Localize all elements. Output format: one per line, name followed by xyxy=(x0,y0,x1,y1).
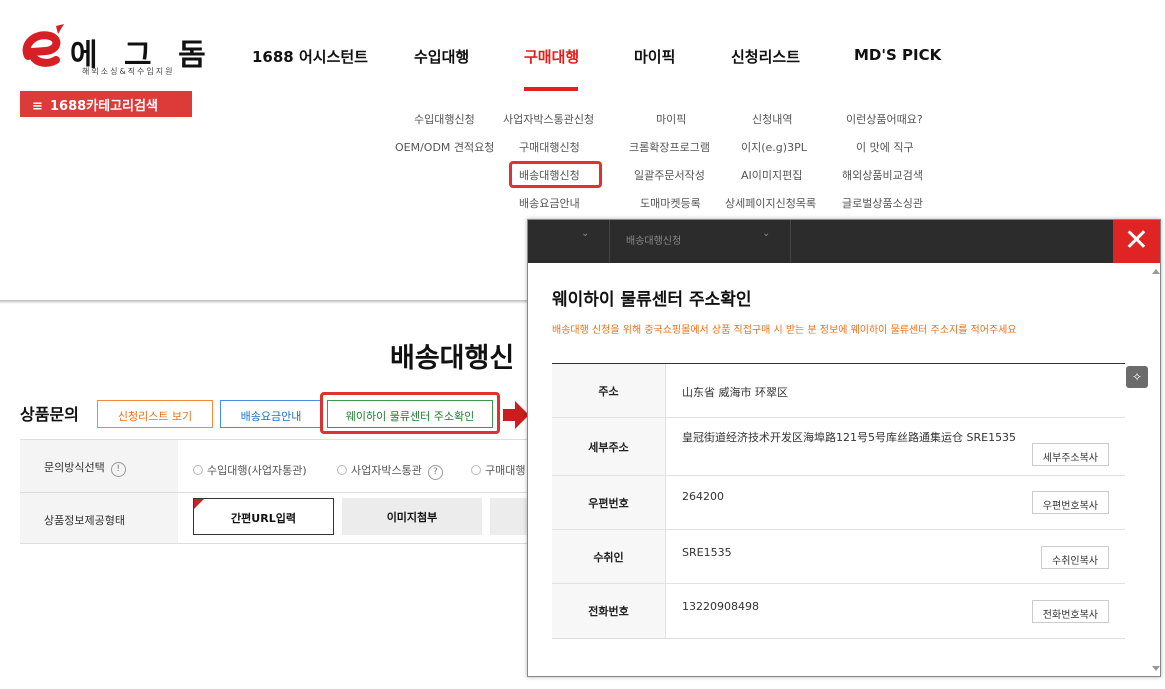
scroll-down-icon[interactable] xyxy=(1152,666,1160,671)
close-icon[interactable]: ✕ xyxy=(1113,220,1160,263)
menu-icon: ≡ xyxy=(32,99,43,114)
submenu-item[interactable]: 신청내역 xyxy=(752,111,792,127)
submenu-item[interactable]: 이지(e.g)3PL xyxy=(741,139,807,155)
table-row: 수취인 SRE1535 수취인복사 xyxy=(552,530,1125,584)
category-search-label: 1688카테고리검색 xyxy=(50,99,158,114)
active-tab-indicator xyxy=(524,87,578,91)
header-dropdown-label[interactable]: 배송대행신청 xyxy=(626,232,681,247)
table-row: 우편번호 264200 우편번호복사 xyxy=(552,476,1125,530)
logo-mark-icon[interactable] xyxy=(20,22,70,74)
submenu-item[interactable]: 배송요금안내 xyxy=(519,195,580,211)
section-title: 상품문의 xyxy=(20,405,79,424)
page-title: 배송대행신 xyxy=(390,343,515,374)
copy-detail-address-button[interactable]: 세부주소복사 xyxy=(1031,443,1109,466)
detail-address-value: 皇冠街道经济技术开发区海埠路121号5号库丝路通集运仓 SRE1535 xyxy=(682,431,1017,444)
method-label: 문의방식선택! xyxy=(44,459,126,477)
simple-url-button[interactable]: 간편URL입력 xyxy=(193,498,334,535)
logo-tagline: 해외소싱&직수입지원 xyxy=(82,67,175,76)
divider xyxy=(790,220,791,263)
submenu-item[interactable]: 도매마켓등록 xyxy=(640,195,701,211)
submenu-item[interactable]: OEM/ODM 견적요청 xyxy=(395,139,494,155)
submenu-item[interactable]: 해외상품비교검색 xyxy=(842,167,923,183)
radio-label: 사업자박스통관 xyxy=(351,464,422,477)
chevron-down-icon[interactable]: ⌄ xyxy=(762,228,770,239)
submenu-item[interactable]: 글로벌상품소싱관 xyxy=(842,195,923,211)
radio-import-agency[interactable]: 수입대행(사업자통관) xyxy=(193,462,307,478)
address-table: 주소 山东省 威海市 环翠区 세부주소 皇冠街道经济技术开发区海埠路121号5号… xyxy=(552,363,1125,639)
radio-icon xyxy=(193,465,203,475)
gnb-mypick[interactable]: 마이픽 xyxy=(634,46,675,67)
radio-label: 구매대행 xyxy=(485,464,526,477)
highlight-box xyxy=(320,392,500,434)
submenu-item[interactable]: 이 맛에 직구 xyxy=(856,139,914,155)
divider xyxy=(609,220,610,263)
category-search-button[interactable]: ≡ 1688카테고리검색 xyxy=(20,91,192,117)
submenu-item[interactable]: AI이미지편집 xyxy=(741,167,802,183)
gnb-request-list[interactable]: 신청리스트 xyxy=(731,46,800,67)
row-label: 전화번호 xyxy=(552,584,666,638)
phone-value: 13220908498 xyxy=(682,600,759,613)
scrollbar[interactable] xyxy=(1152,265,1160,675)
magic-wand-icon[interactable]: ✧ xyxy=(1126,366,1148,388)
submenu-item[interactable]: 구매대행신청 xyxy=(519,139,580,155)
row-label: 수취인 xyxy=(552,530,666,583)
copy-recipient-button[interactable]: 수취인복사 xyxy=(1041,546,1109,569)
modal-description: 배송대행 신청을 위해 중국쇼핑몰에서 상품 직접구매 시 받는 분 정보에 웨… xyxy=(552,325,1017,336)
radio-icon xyxy=(337,465,347,475)
submenu-item[interactable]: 이런상품어때요? xyxy=(846,111,923,127)
postal-code-value: 264200 xyxy=(682,490,724,503)
table-row: 주소 山东省 威海市 环翠区 xyxy=(552,364,1125,418)
modal-header-bar: ⌄ 배송대행신청 ⌄ ✕ xyxy=(528,220,1160,263)
more-option-button[interactable] xyxy=(490,498,530,535)
modal-title: 웨이하이 물류센터 주소확인 xyxy=(552,290,752,310)
screenshot-divider xyxy=(0,300,600,304)
selected-corner-icon xyxy=(194,499,204,509)
row-label: 세부주소 xyxy=(552,418,666,475)
submenu-item[interactable]: 상세페이지신청목록 xyxy=(725,195,816,211)
radio-business-box[interactable]: 사업자박스통관? xyxy=(337,462,443,480)
info-type-label: 상품정보제공형태 xyxy=(44,514,125,527)
copy-postal-code-button[interactable]: 우편번호복사 xyxy=(1031,491,1109,514)
submenu-item[interactable]: 마이픽 xyxy=(656,111,686,127)
gnb-1688-assistant[interactable]: 1688 어시스턴트 xyxy=(252,46,368,67)
help-icon[interactable]: ? xyxy=(427,465,443,480)
recipient-value: SRE1535 xyxy=(682,546,732,559)
gnb-import-agency[interactable]: 수입대행 xyxy=(414,46,469,67)
radio-icon xyxy=(471,465,481,475)
scroll-up-icon[interactable] xyxy=(1152,269,1160,274)
divider xyxy=(20,543,530,544)
method-label-text: 문의방식선택 xyxy=(44,461,105,474)
copy-phone-button[interactable]: 전화번호복사 xyxy=(1031,600,1109,623)
arrow-right-icon xyxy=(503,401,529,429)
chevron-down-icon[interactable]: ⌄ xyxy=(581,228,589,239)
submenu-item[interactable]: 크롬확장프로그램 xyxy=(629,139,710,155)
highlight-box xyxy=(509,161,602,188)
submenu-item[interactable]: 사업자박스통관신청 xyxy=(503,111,594,127)
radio-purchase-agency[interactable]: 구매대행 xyxy=(471,462,529,478)
shipping-fee-button[interactable]: 배송요금안내 xyxy=(220,400,322,428)
row-label: 우편번호 xyxy=(552,476,666,529)
table-row: 전화번호 13220908498 전화번호복사 xyxy=(552,584,1125,638)
submenu-item[interactable]: 수입대행신청 xyxy=(414,111,475,127)
radio-label: 수입대행(사업자통관) xyxy=(207,464,307,477)
image-attach-button[interactable]: 이미지첨부 xyxy=(342,498,482,535)
simple-url-label: 간편URL입력 xyxy=(231,512,296,525)
address-modal: ⌄ 배송대행신청 ⌄ ✕ 웨이하이 물류센터 주소확인 배송대행 신청을 위해 … xyxy=(527,219,1161,677)
address-value: 山东省 威海市 环翠区 xyxy=(682,386,788,399)
request-list-button[interactable]: 신청리스트 보기 xyxy=(97,400,213,428)
help-icon[interactable]: ! xyxy=(110,462,126,477)
table-row: 세부주소 皇冠街道经济技术开发区海埠路121号5号库丝路通集运仓 SRE1535… xyxy=(552,418,1125,476)
row-label: 주소 xyxy=(552,364,666,417)
submenu-item[interactable]: 일괄주문서작성 xyxy=(634,167,705,183)
gnb-purchase-agency[interactable]: 구매대행 xyxy=(524,46,579,67)
gnb-mds-pick[interactable]: MD'S PICK xyxy=(854,46,941,64)
